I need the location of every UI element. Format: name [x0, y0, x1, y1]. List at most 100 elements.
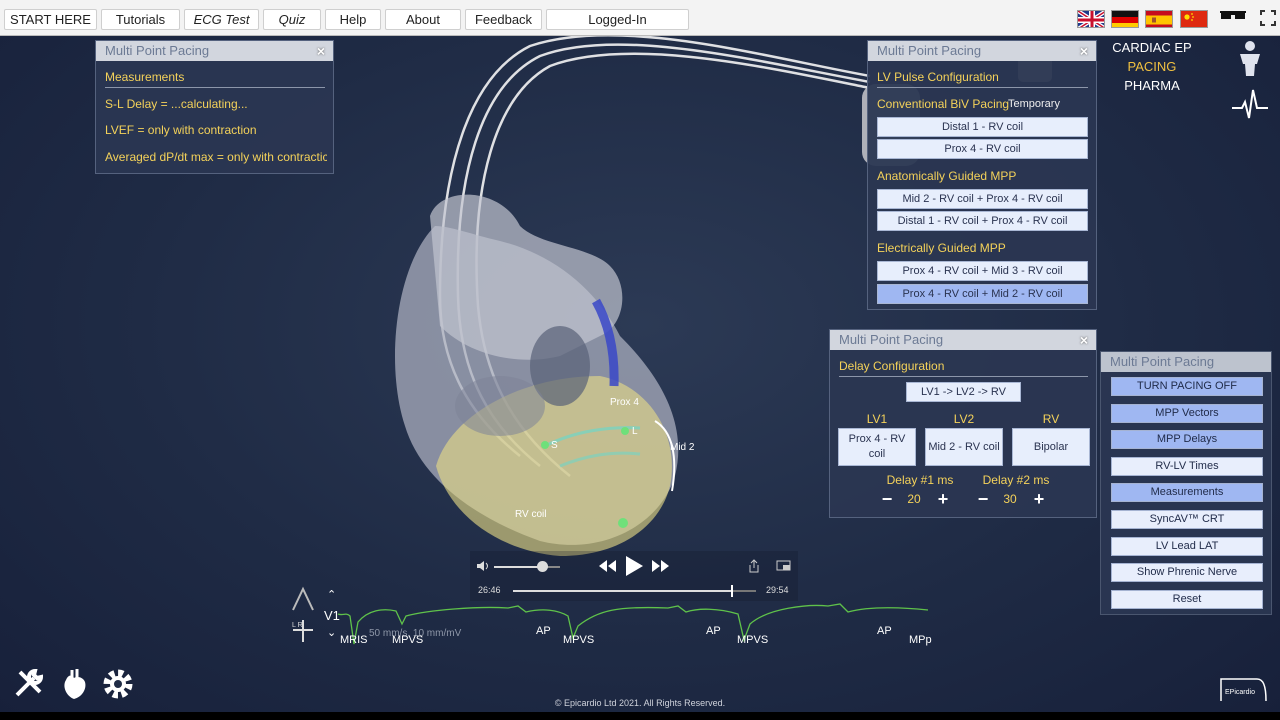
expand-icon[interactable] [1256, 9, 1280, 29]
brand-line-pharma: PHARMA [1124, 78, 1180, 93]
brand-block: CARDIAC EP PACING PHARMA [1104, 38, 1200, 95]
ecg-marker: MPVS [392, 634, 424, 646]
sl-delay-text: S-L Delay = ...calculating... [105, 97, 248, 111]
electrical-mpp-heading: Electrically Guided MPP [877, 241, 1006, 255]
measurements-panel: Multi Point Pacing × Measurements S-L De… [95, 40, 334, 174]
uk-flag-icon[interactable] [1077, 10, 1105, 28]
glasses-icon[interactable] [1220, 9, 1246, 29]
ecg-marker: AP [536, 625, 551, 637]
delay1-minus-button[interactable]: − [880, 490, 894, 508]
chinese-flag-icon[interactable] [1180, 10, 1208, 28]
spanish-flag-icon[interactable] [1145, 10, 1173, 28]
brand-line-pacing: PACING [1127, 59, 1177, 74]
prox4-mid2-button[interactable]: Prox 4 - RV coil + Mid 2 - RV coil [877, 284, 1088, 304]
delay1-value: 20 [907, 492, 921, 506]
panel-title: Multi Point Pacing [830, 330, 1096, 350]
ecg-marker: MRIS [340, 634, 368, 646]
rv-coil-label: RV coil [515, 509, 547, 520]
ecg-marker: MPVS [563, 634, 595, 646]
lv2-select-button[interactable]: Mid 2 - RV coil [925, 428, 1003, 466]
s-label: S [551, 440, 558, 451]
menu-item-1[interactable]: MPP Vectors [1111, 403, 1263, 423]
anatomical-mpp-heading: Anatomically Guided MPP [877, 169, 1017, 183]
about-button[interactable]: About [385, 9, 461, 30]
ecg-marker: MPVS [737, 634, 769, 646]
settings-gear-icon[interactable] [100, 666, 136, 702]
lead-name: V1 [324, 608, 340, 623]
volume-slider[interactable] [494, 561, 560, 572]
close-icon[interactable]: × [1077, 330, 1091, 350]
lv1-select-button[interactable]: Prox 4 - RV coil [838, 428, 916, 466]
dpdt-text: Averaged dP/dt max = only with contracti… [105, 150, 327, 164]
delay1-label: Delay #1 ms [886, 473, 954, 487]
lead-electrode-icon[interactable]: L R [290, 618, 316, 644]
conventional-biv-heading: Conventional BiV Pacing [877, 97, 1010, 111]
lv-pulse-panel: Multi Point Pacing × LV Pulse Configurat… [867, 40, 1097, 310]
lv2-column-heading: LV2 [953, 412, 975, 426]
lvef-text: LVEF = only with contraction [105, 123, 257, 137]
delay2-plus-button[interactable]: + [1032, 490, 1046, 508]
start-here-button[interactable]: START HERE [4, 9, 97, 30]
lead-up-icon[interactable]: ⌃ [327, 588, 336, 601]
delay-config-panel: Multi Point Pacing × Delay Configuration… [829, 329, 1097, 518]
logged-in-button[interactable]: Logged-In [546, 9, 689, 30]
close-icon[interactable]: × [1077, 41, 1091, 61]
lead-down-icon[interactable]: ⌄ [327, 626, 336, 639]
distal1-rv-button[interactable]: Distal 1 - RV coil [877, 117, 1088, 137]
measurements-heading: Measurements [105, 70, 185, 84]
close-icon[interactable]: × [314, 41, 328, 61]
ecg-marker: AP [706, 625, 721, 637]
help-button[interactable]: Help [325, 9, 381, 30]
heart-organ-icon[interactable] [58, 666, 92, 702]
tutorials-button[interactable]: Tutorials [101, 9, 180, 30]
rv-select-button[interactable]: Bipolar [1012, 428, 1090, 466]
copyright-footer: © Epicardio Ltd 2021. All Rights Reserve… [554, 698, 726, 708]
l-label: L [632, 426, 638, 437]
caliper-icon[interactable] [290, 586, 316, 614]
ecg-strip [337, 603, 929, 645]
ecg-marker: MPp [909, 634, 932, 646]
rewind-icon[interactable] [598, 560, 616, 572]
divider [877, 87, 1088, 88]
share-icon[interactable] [748, 559, 760, 573]
ecg-marker: AP [877, 625, 892, 637]
volume-icon[interactable] [476, 560, 490, 572]
prox4-mid3-button[interactable]: Prox 4 - RV coil + Mid 3 - RV coil [877, 261, 1088, 281]
ecg-test-button[interactable]: ECG Test [184, 9, 259, 30]
menu-item-0[interactable]: TURN PACING OFF [1111, 377, 1263, 396]
quiz-button[interactable]: Quiz [263, 9, 321, 30]
brand-line-cardiac-ep: CARDIAC EP [1112, 40, 1192, 55]
prox4-rv-button[interactable]: Prox 4 - RV coil [877, 139, 1088, 159]
patient-body-icon[interactable] [1234, 40, 1266, 76]
menu-item-5[interactable]: SyncAV™ CRT [1111, 510, 1263, 529]
menu-item-4[interactable]: Measurements [1111, 483, 1263, 503]
delay-config-heading: Delay Configuration [839, 359, 945, 373]
bottom-strip [0, 712, 1280, 720]
ecg-waveform-icon[interactable] [1230, 88, 1270, 122]
prox4-label: Prox 4 [610, 397, 639, 408]
logo-text: EPicardio [1225, 689, 1255, 696]
lv-pulse-heading: LV Pulse Configuration [877, 70, 999, 84]
feedback-button[interactable]: Feedback [465, 9, 542, 30]
picture-in-picture-icon[interactable] [776, 560, 792, 572]
delay1-plus-button[interactable]: + [936, 490, 950, 508]
temporary-label: Temporary [1008, 98, 1060, 110]
top-nav-bar: START HERE Tutorials ECG Test Quiz Help … [0, 0, 1280, 36]
play-icon[interactable] [624, 555, 644, 577]
divider [105, 87, 325, 88]
sequence-button[interactable]: LV1 -> LV2 -> RV [906, 382, 1021, 402]
mid2-prox4-button[interactable]: Mid 2 - RV coil + Prox 4 - RV coil [877, 189, 1088, 209]
german-flag-icon[interactable] [1111, 10, 1139, 28]
menu-item-8[interactable]: Reset [1111, 589, 1263, 609]
menu-item-6[interactable]: LV Lead LAT [1111, 536, 1263, 556]
distal1-prox4-button[interactable]: Distal 1 - RV coil + Prox 4 - RV coil [877, 211, 1088, 231]
delay2-value: 30 [1003, 492, 1017, 506]
panel-title: Multi Point Pacing [868, 41, 1096, 61]
fast-forward-icon[interactable] [652, 560, 670, 572]
delay2-minus-button[interactable]: − [976, 490, 990, 508]
tools-icon[interactable] [12, 666, 46, 700]
menu-item-7[interactable]: Show Phrenic Nerve [1111, 563, 1263, 583]
menu-item-3[interactable]: RV-LV Times [1111, 456, 1263, 476]
mpp-menu-panel: Multi Point Pacing TURN PACING OFF MPP Ve… [1100, 351, 1272, 615]
menu-item-2[interactable]: MPP Delays [1111, 430, 1263, 450]
